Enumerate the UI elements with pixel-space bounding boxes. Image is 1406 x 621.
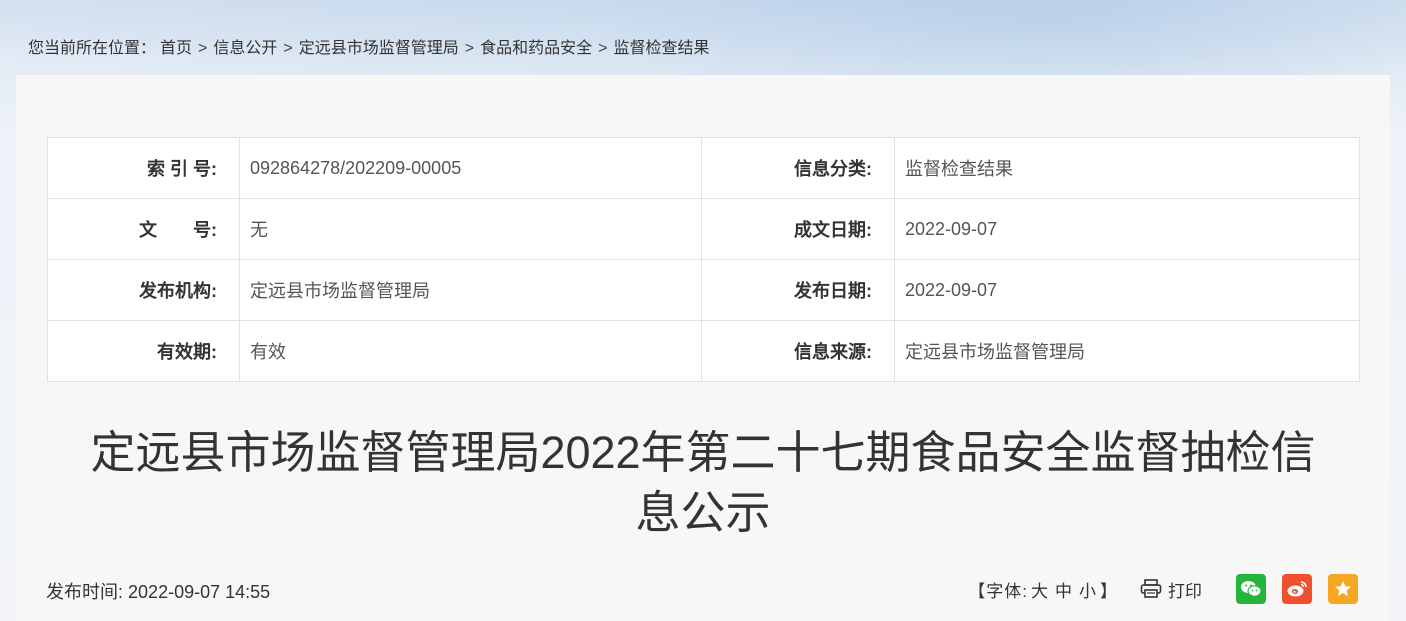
written-date-label: 成文日期:	[701, 198, 895, 260]
breadcrumb-separator: >	[283, 40, 293, 57]
info-source-value: 定远县市场监督管理局	[894, 320, 1360, 382]
print-button[interactable]: 打印	[1140, 577, 1202, 602]
validity-value: 有效	[239, 320, 702, 382]
font-size-label: 【字体:	[968, 581, 1028, 601]
content-panel: 索 引 号: 092864278/202209-00005 信息分类: 监督检查…	[16, 75, 1390, 621]
print-label: 打印	[1168, 581, 1202, 601]
table-row: 发布机构: 定远县市场监督管理局 发布日期: 2022-09-07	[47, 259, 1360, 321]
share-weibo-button[interactable]	[1282, 574, 1312, 604]
breadcrumb-food-drug[interactable]: 食品和药品安全	[480, 40, 592, 57]
printer-icon	[1140, 579, 1162, 598]
breadcrumb-home[interactable]: 首页	[160, 40, 192, 57]
font-size-close: 】	[1100, 581, 1118, 601]
breadcrumb-prefix: 您当前所在位置：	[28, 40, 157, 57]
index-number-value: 092864278/202209-00005	[239, 137, 702, 199]
index-number-label: 索 引 号:	[47, 137, 240, 199]
publish-time-label: 发布时间:	[46, 582, 124, 602]
info-category-value: 监督检查结果	[894, 137, 1360, 199]
written-date-value: 2022-09-07	[894, 198, 1360, 260]
weibo-icon	[1287, 581, 1307, 597]
share-wechat-button[interactable]	[1236, 574, 1266, 604]
document-number-label: 文 号:	[47, 198, 240, 260]
article-title-line1: 定远县市场监督管理局2022年第二十七期食品安全监督抽检信	[90, 427, 1316, 478]
font-size-large[interactable]: 大	[1031, 582, 1049, 601]
info-category-label: 信息分类:	[701, 137, 895, 199]
breadcrumb: 您当前所在位置： 首页 > 信息公开 > 定远县市场监督管理局 > 食品和药品安全 > 监督检查结…	[28, 34, 709, 58]
metadata-table: 索 引 号: 092864278/202209-00005 信息分类: 监督检查…	[47, 137, 1360, 382]
font-size-switcher: 【字体: 大中小】	[968, 577, 1118, 602]
breadcrumb-inspection-results[interactable]: 监督检查结果	[613, 40, 709, 57]
publisher-value: 定远县市场监督管理局	[239, 259, 702, 321]
publisher-label: 发布机构:	[47, 259, 240, 321]
article-title: 定远县市场监督管理局2022年第二十七期食品安全监督抽检信 息公示	[16, 423, 1390, 543]
info-source-label: 信息来源:	[701, 320, 895, 382]
favorite-button[interactable]	[1328, 574, 1358, 604]
publish-date-label: 发布日期:	[701, 259, 895, 321]
breadcrumb-bureau[interactable]: 定远县市场监督管理局	[299, 40, 459, 57]
article-toolbar: 【字体: 大中小】 打印	[968, 572, 1358, 606]
favorite-icon	[1335, 581, 1351, 596]
breadcrumb-separator: >	[598, 40, 608, 57]
wechat-icon	[1241, 581, 1262, 597]
article-title-line2: 息公示	[635, 487, 771, 538]
table-row: 索 引 号: 092864278/202209-00005 信息分类: 监督检查…	[47, 137, 1360, 199]
publish-date-value: 2022-09-07	[894, 259, 1360, 321]
breadcrumb-separator: >	[198, 40, 208, 57]
publish-time: 发布时间: 2022-09-07 14:55	[46, 578, 270, 604]
font-size-small[interactable]: 小	[1079, 582, 1097, 601]
document-number-value: 无	[239, 198, 702, 260]
publish-time-value: 2022-09-07 14:55	[128, 582, 271, 602]
breadcrumb-info-public[interactable]: 信息公开	[213, 40, 277, 57]
table-row: 有效期: 有效 信息来源: 定远县市场监督管理局	[47, 320, 1360, 382]
table-row: 文 号: 无 成文日期: 2022-09-07	[47, 198, 1360, 260]
breadcrumb-separator: >	[464, 40, 475, 57]
font-size-medium[interactable]: 中	[1055, 582, 1073, 601]
validity-label: 有效期:	[47, 320, 240, 382]
